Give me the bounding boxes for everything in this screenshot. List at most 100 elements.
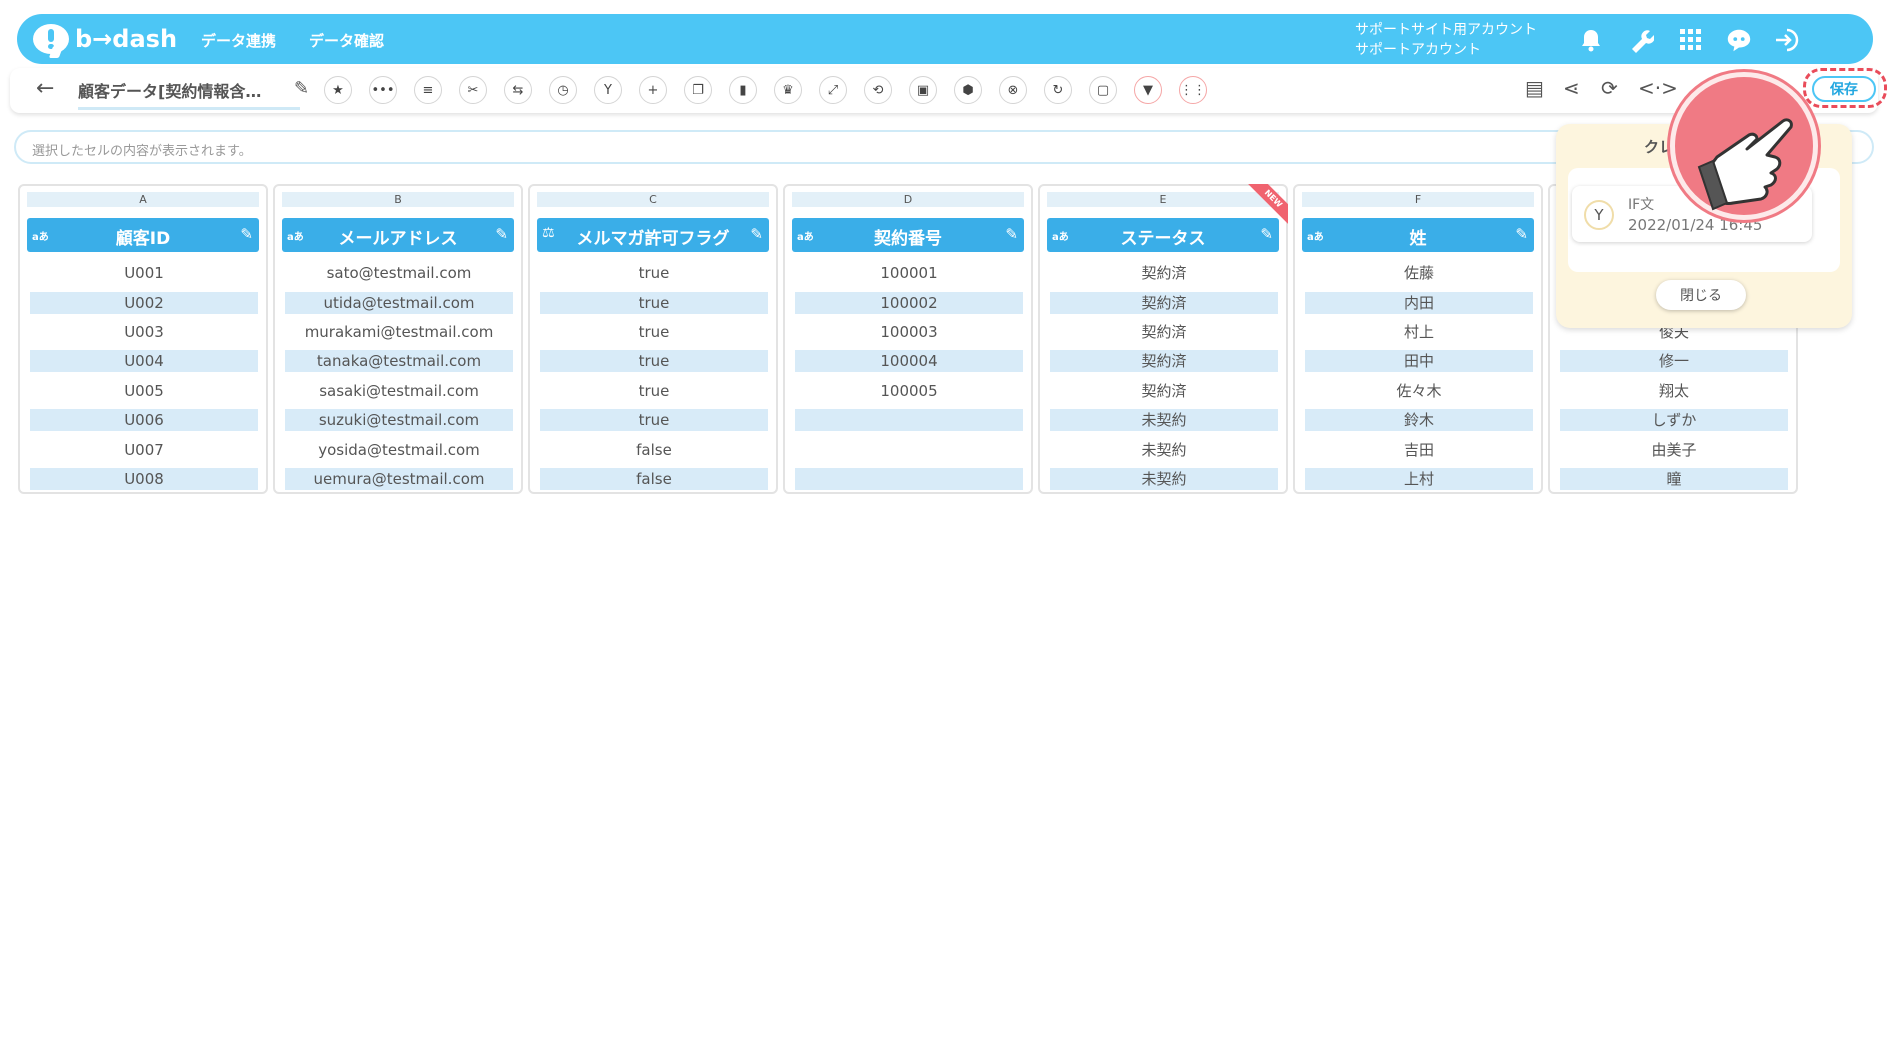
wrench-icon[interactable]: [1627, 26, 1655, 54]
add-icon[interactable]: +: [639, 76, 667, 104]
table-cell[interactable]: 修一: [1560, 350, 1788, 372]
apps-grid-icon[interactable]: [1677, 26, 1705, 54]
table-cell[interactable]: U001: [30, 262, 258, 284]
table-cell[interactable]: false: [540, 439, 768, 461]
table-cell[interactable]: 未契約: [1050, 439, 1278, 461]
list-icon[interactable]: ≡: [414, 76, 442, 104]
table-cell[interactable]: murakami@testmail.com: [285, 321, 513, 343]
table-cell[interactable]: true: [540, 262, 768, 284]
grid-select-icon[interactable]: ⋮⋮: [1179, 76, 1207, 104]
column-letter[interactable]: E: [1047, 192, 1279, 207]
cut-icon[interactable]: ✂: [459, 76, 487, 104]
table-cell[interactable]: U006: [30, 409, 258, 431]
table-cell[interactable]: utida@testmail.com: [285, 292, 513, 314]
branch-icon[interactable]: Y: [594, 76, 622, 104]
logout-icon[interactable]: [1773, 26, 1801, 54]
table-cell[interactable]: 100004: [795, 350, 1023, 372]
column-header[interactable]: ⚖ メルマガ許可フラグ ✎: [537, 218, 769, 252]
column-header[interactable]: aあ 契約番号 ✎: [792, 218, 1024, 252]
table-cell[interactable]: U002: [30, 292, 258, 314]
transform-icon[interactable]: ⇆: [504, 76, 532, 104]
table-cell[interactable]: U003: [30, 321, 258, 343]
column-header[interactable]: aあ 姓 ✎: [1302, 218, 1534, 252]
table-cell[interactable]: yosida@testmail.com: [285, 439, 513, 461]
table-cell[interactable]: tanaka@testmail.com: [285, 350, 513, 372]
chat-support-icon[interactable]: [1725, 26, 1753, 54]
table-cell[interactable]: 由美子: [1560, 439, 1788, 461]
history-icon[interactable]: ⟳: [1601, 76, 1618, 100]
crown-icon[interactable]: ♛: [774, 76, 802, 104]
table-cell[interactable]: しずか: [1560, 409, 1788, 431]
edit-column-icon[interactable]: ✎: [1005, 225, 1018, 243]
column-header[interactable]: aあ メールアドレス ✎: [282, 218, 514, 252]
clipboard-icon[interactable]: ▤: [1525, 76, 1544, 100]
filter-icon[interactable]: ▼: [1134, 76, 1162, 104]
cancel-icon[interactable]: ⊗: [999, 76, 1027, 104]
table-cell[interactable]: true: [540, 321, 768, 343]
table-cell[interactable]: U004: [30, 350, 258, 372]
back-arrow-icon[interactable]: ←: [36, 76, 54, 101]
table-cell[interactable]: 未契約: [1050, 409, 1278, 431]
table-cell[interactable]: uemura@testmail.com: [285, 468, 513, 490]
table-cell[interactable]: true: [540, 350, 768, 372]
repeat-icon[interactable]: ⟲: [864, 76, 892, 104]
box-icon[interactable]: ⬢: [954, 76, 982, 104]
column-header[interactable]: aあ 顧客ID ✎: [27, 218, 259, 252]
edit-column-icon[interactable]: ✎: [750, 225, 763, 243]
table-cell[interactable]: sasaki@testmail.com: [285, 380, 513, 402]
column-letter[interactable]: D: [792, 192, 1024, 207]
code-icon[interactable]: <·>: [1638, 76, 1678, 100]
table-cell[interactable]: [795, 439, 1023, 461]
column-letter[interactable]: A: [27, 192, 259, 207]
table-cell[interactable]: true: [540, 409, 768, 431]
share-icon[interactable]: ⋖: [1563, 76, 1580, 100]
table-cell[interactable]: 瞳: [1560, 468, 1788, 490]
table-cell[interactable]: 100002: [795, 292, 1023, 314]
column-letter[interactable]: F: [1302, 192, 1534, 207]
table-cell[interactable]: 内田: [1305, 292, 1533, 314]
table-cell[interactable]: 佐々木: [1305, 380, 1533, 402]
page-title[interactable]: 顧客データ[契約情報含…: [78, 78, 300, 110]
table-cell[interactable]: 村上: [1305, 321, 1533, 343]
table-cell[interactable]: 契約済: [1050, 292, 1278, 314]
table-cell[interactable]: U008: [30, 468, 258, 490]
nav-data-check[interactable]: データ確認: [309, 30, 384, 51]
table-cell[interactable]: 100005: [795, 380, 1023, 402]
bell-icon[interactable]: [1577, 26, 1605, 54]
table-cell[interactable]: 田中: [1305, 350, 1533, 372]
table-cell[interactable]: 100003: [795, 321, 1023, 343]
account-info[interactable]: サポートサイト用アカウント サポートアカウント: [1355, 20, 1537, 60]
table-cell[interactable]: 契約済: [1050, 262, 1278, 284]
nav-data-integration[interactable]: データ連携: [201, 30, 276, 51]
column-letter[interactable]: C: [537, 192, 769, 207]
edit-column-icon[interactable]: ✎: [495, 225, 508, 243]
table-cell[interactable]: false: [540, 468, 768, 490]
more-icon[interactable]: •••: [369, 76, 397, 104]
close-button[interactable]: 閉じる: [1656, 280, 1746, 310]
table-cell[interactable]: 契約済: [1050, 380, 1278, 402]
edit-column-icon[interactable]: ✎: [1260, 225, 1273, 243]
table-cell[interactable]: 吉田: [1305, 439, 1533, 461]
edit-column-icon[interactable]: ✎: [240, 225, 253, 243]
table-cell[interactable]: 契約済: [1050, 350, 1278, 372]
refresh-icon[interactable]: ↻: [1044, 76, 1072, 104]
table-cell[interactable]: 鈴木: [1305, 409, 1533, 431]
table-cell[interactable]: 佐藤: [1305, 262, 1533, 284]
timer-icon[interactable]: ◷: [549, 76, 577, 104]
edit-title-icon[interactable]: ✎: [294, 78, 309, 99]
table-cell[interactable]: 契約済: [1050, 321, 1278, 343]
table-cell[interactable]: 100001: [795, 262, 1023, 284]
favorite-icon[interactable]: ★: [324, 76, 352, 104]
copy-icon[interactable]: ❐: [684, 76, 712, 104]
lock-icon[interactable]: ▣: [909, 76, 937, 104]
table-cell[interactable]: suzuki@testmail.com: [285, 409, 513, 431]
table-cell[interactable]: [795, 409, 1023, 431]
table-cell[interactable]: [795, 468, 1023, 490]
table-cell[interactable]: 未契約: [1050, 468, 1278, 490]
save-button[interactable]: 保存: [1812, 76, 1876, 102]
bdash-logo[interactable]: b→dash: [33, 22, 177, 56]
edit-column-icon[interactable]: ✎: [1515, 225, 1528, 243]
table-cell[interactable]: 上村: [1305, 468, 1533, 490]
frame-icon[interactable]: ▢: [1089, 76, 1117, 104]
expand-icon[interactable]: ⤢: [819, 76, 847, 104]
